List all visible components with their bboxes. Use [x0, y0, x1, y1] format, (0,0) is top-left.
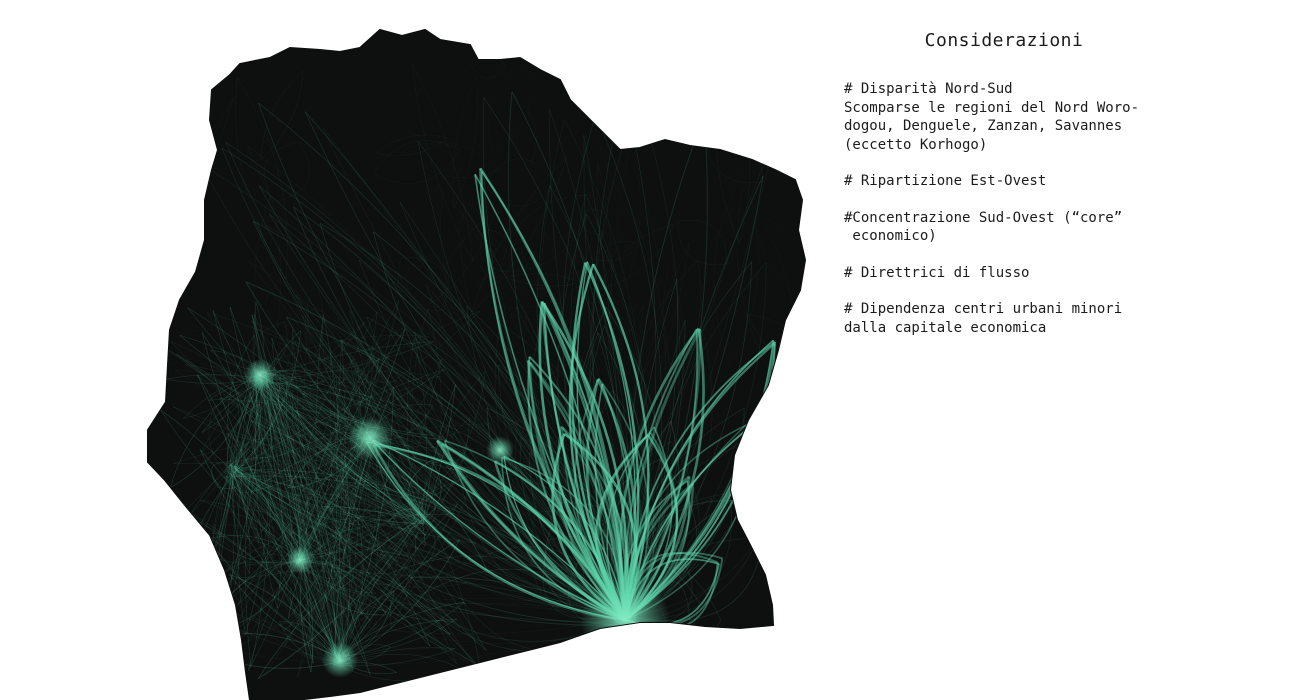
considerations-panel: Considerazioni # Disparità Nord-Sud Scomp…	[844, 30, 1284, 355]
hub-glow	[348, 416, 392, 460]
note-text: (eccetto Korhogo)	[844, 136, 988, 153]
flow-arc	[617, 624, 669, 663]
flow-arc	[623, 619, 691, 683]
hub-glow	[580, 575, 670, 665]
hub-glow	[486, 436, 514, 464]
note-heading: # Disparità Nord-Sud	[844, 81, 1013, 97]
map-figure: Considerazioni # Disparità Nord-Sud Scomp…	[0, 0, 1300, 700]
notes-list: # Disparità Nord-Sud Scomparse le regioni…	[844, 80, 1284, 337]
hub-glow	[244, 359, 276, 391]
note-heading: # Direttrici di flusso	[844, 264, 1030, 281]
note-heading: # Dipendenza centri urbani minori	[844, 301, 1123, 317]
note-item: # Disparità Nord-Sud Scomparse le regioni…	[844, 80, 1284, 154]
note-item: # Dipendenza centri urbani minori dalla c…	[844, 300, 1284, 337]
note-text: dalla capitale economica	[844, 319, 1047, 336]
note-item: # Ripartizione Est-Ovest	[844, 172, 1284, 191]
note-text: economico)	[844, 228, 937, 244]
hub-glow	[286, 546, 314, 574]
note-text: dogou, Denguele, Zanzan, Savannes	[844, 118, 1123, 134]
hub-glow	[322, 642, 358, 678]
flow-map	[147, 28, 807, 700]
note-item: #Concentrazione Sud-Ovest (“core” econom…	[844, 209, 1284, 246]
panel-title: Considerazioni	[924, 30, 1084, 51]
note-heading: # Ripartizione Est-Ovest	[844, 173, 1047, 189]
note-item: # Direttrici di flusso	[844, 264, 1284, 283]
note-text: Scomparse le regioni del Nord Woro-	[844, 99, 1140, 116]
note-heading: #Concentrazione Sud-Ovest (“core”	[844, 209, 1123, 226]
flow-arc	[623, 619, 722, 676]
